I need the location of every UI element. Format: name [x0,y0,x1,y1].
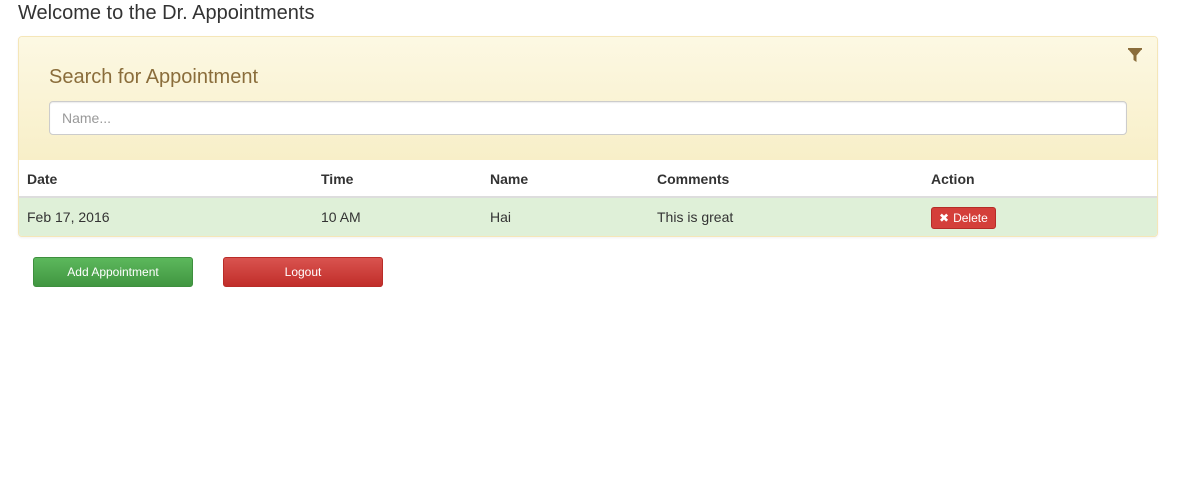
filter-icon[interactable] [1128,48,1142,64]
column-header-name: Name [490,171,529,187]
table-header-row: Date Time Name Comments Action [19,160,1157,198]
appointments-table: Date Time Name Comments Action Feb 17, 2… [19,160,1157,236]
cell-time: 10 AM [321,209,361,225]
table-row: Feb 17, 2016 10 AM Hai This is great ✖ D… [19,198,1157,236]
search-input[interactable] [49,101,1127,135]
add-appointment-button[interactable]: Add Appointment [33,257,193,287]
column-header-action: Action [931,171,975,187]
cell-comments: This is great [657,209,734,225]
column-header-date: Date [27,171,58,187]
search-heading: Search for Appointment [49,66,259,88]
x-icon: ✖ [939,211,950,225]
cell-name: Hai [490,209,512,225]
delete-button[interactable]: ✖ Delete [931,207,996,229]
page-title: Welcome to the Dr. Appointments [18,2,315,24]
appointments-panel: Search for Appointment Date Time Name Co… [18,36,1158,237]
logout-button[interactable]: Logout [223,257,383,287]
column-header-time: Time [321,171,354,187]
delete-button-label: Delete [953,211,988,225]
search-panel-header: Search for Appointment [19,37,1157,160]
column-header-comments: Comments [657,171,730,187]
cell-date: Feb 17, 2016 [27,209,110,225]
